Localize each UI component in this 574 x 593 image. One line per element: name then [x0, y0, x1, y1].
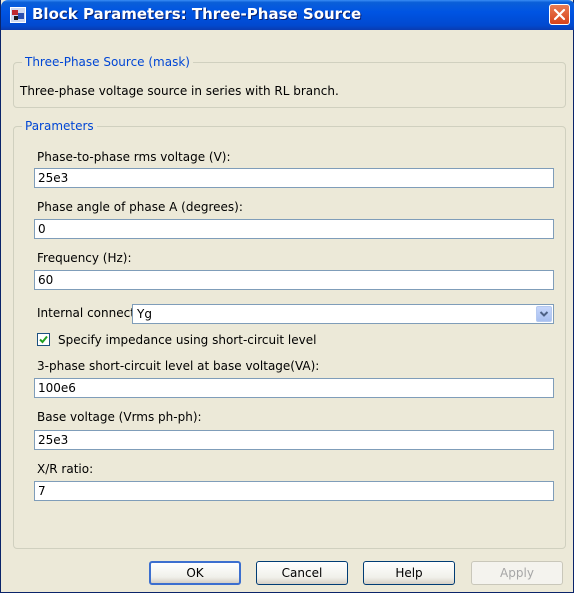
- phase-voltage-label: Phase-to-phase rms voltage (V):: [37, 150, 231, 164]
- xr-ratio-label: X/R ratio:: [37, 462, 94, 476]
- impedance-checkbox-label: Specify impedance using short-circuit le…: [58, 333, 317, 347]
- phase-angle-label: Phase angle of phase A (degrees):: [37, 200, 243, 214]
- window-title: Block Parameters: Three-Phase Source: [32, 5, 362, 23]
- title-bar[interactable]: Block Parameters: Three-Phase Source: [1, 0, 574, 30]
- short-circuit-level-label: 3-phase short-circuit level at base volt…: [37, 359, 320, 373]
- ok-button[interactable]: OK: [149, 561, 241, 585]
- phase-angle-input[interactable]: [34, 219, 554, 239]
- parameters-legend: Parameters: [22, 119, 97, 133]
- impedance-checkbox[interactable]: [37, 333, 50, 346]
- internal-connection-select[interactable]: Yg: [132, 304, 554, 324]
- apply-button[interactable]: Apply: [471, 561, 563, 585]
- block-parameters-dialog: Block Parameters: Three-Phase Source Thr…: [0, 0, 574, 593]
- cancel-button[interactable]: Cancel: [256, 561, 348, 585]
- checkmark-icon: [39, 335, 48, 344]
- internal-connection-value: Yg: [137, 307, 152, 321]
- base-voltage-input[interactable]: [34, 430, 554, 450]
- frequency-input[interactable]: [34, 270, 554, 290]
- short-circuit-level-input[interactable]: [34, 378, 554, 398]
- phase-voltage-input[interactable]: [34, 168, 554, 188]
- close-button[interactable]: [549, 4, 570, 25]
- base-voltage-label: Base voltage (Vrms ph-ph):: [37, 410, 202, 424]
- mask-group-legend: Three-Phase Source (mask): [22, 55, 193, 69]
- xr-ratio-input[interactable]: [34, 481, 554, 501]
- mask-description: Three-phase voltage source in series wit…: [20, 84, 339, 98]
- frequency-label: Frequency (Hz):: [37, 251, 132, 265]
- simulink-block-icon: [10, 7, 26, 23]
- help-button[interactable]: Help: [363, 561, 455, 585]
- chevron-down-icon[interactable]: [536, 306, 552, 322]
- close-icon: [553, 8, 566, 21]
